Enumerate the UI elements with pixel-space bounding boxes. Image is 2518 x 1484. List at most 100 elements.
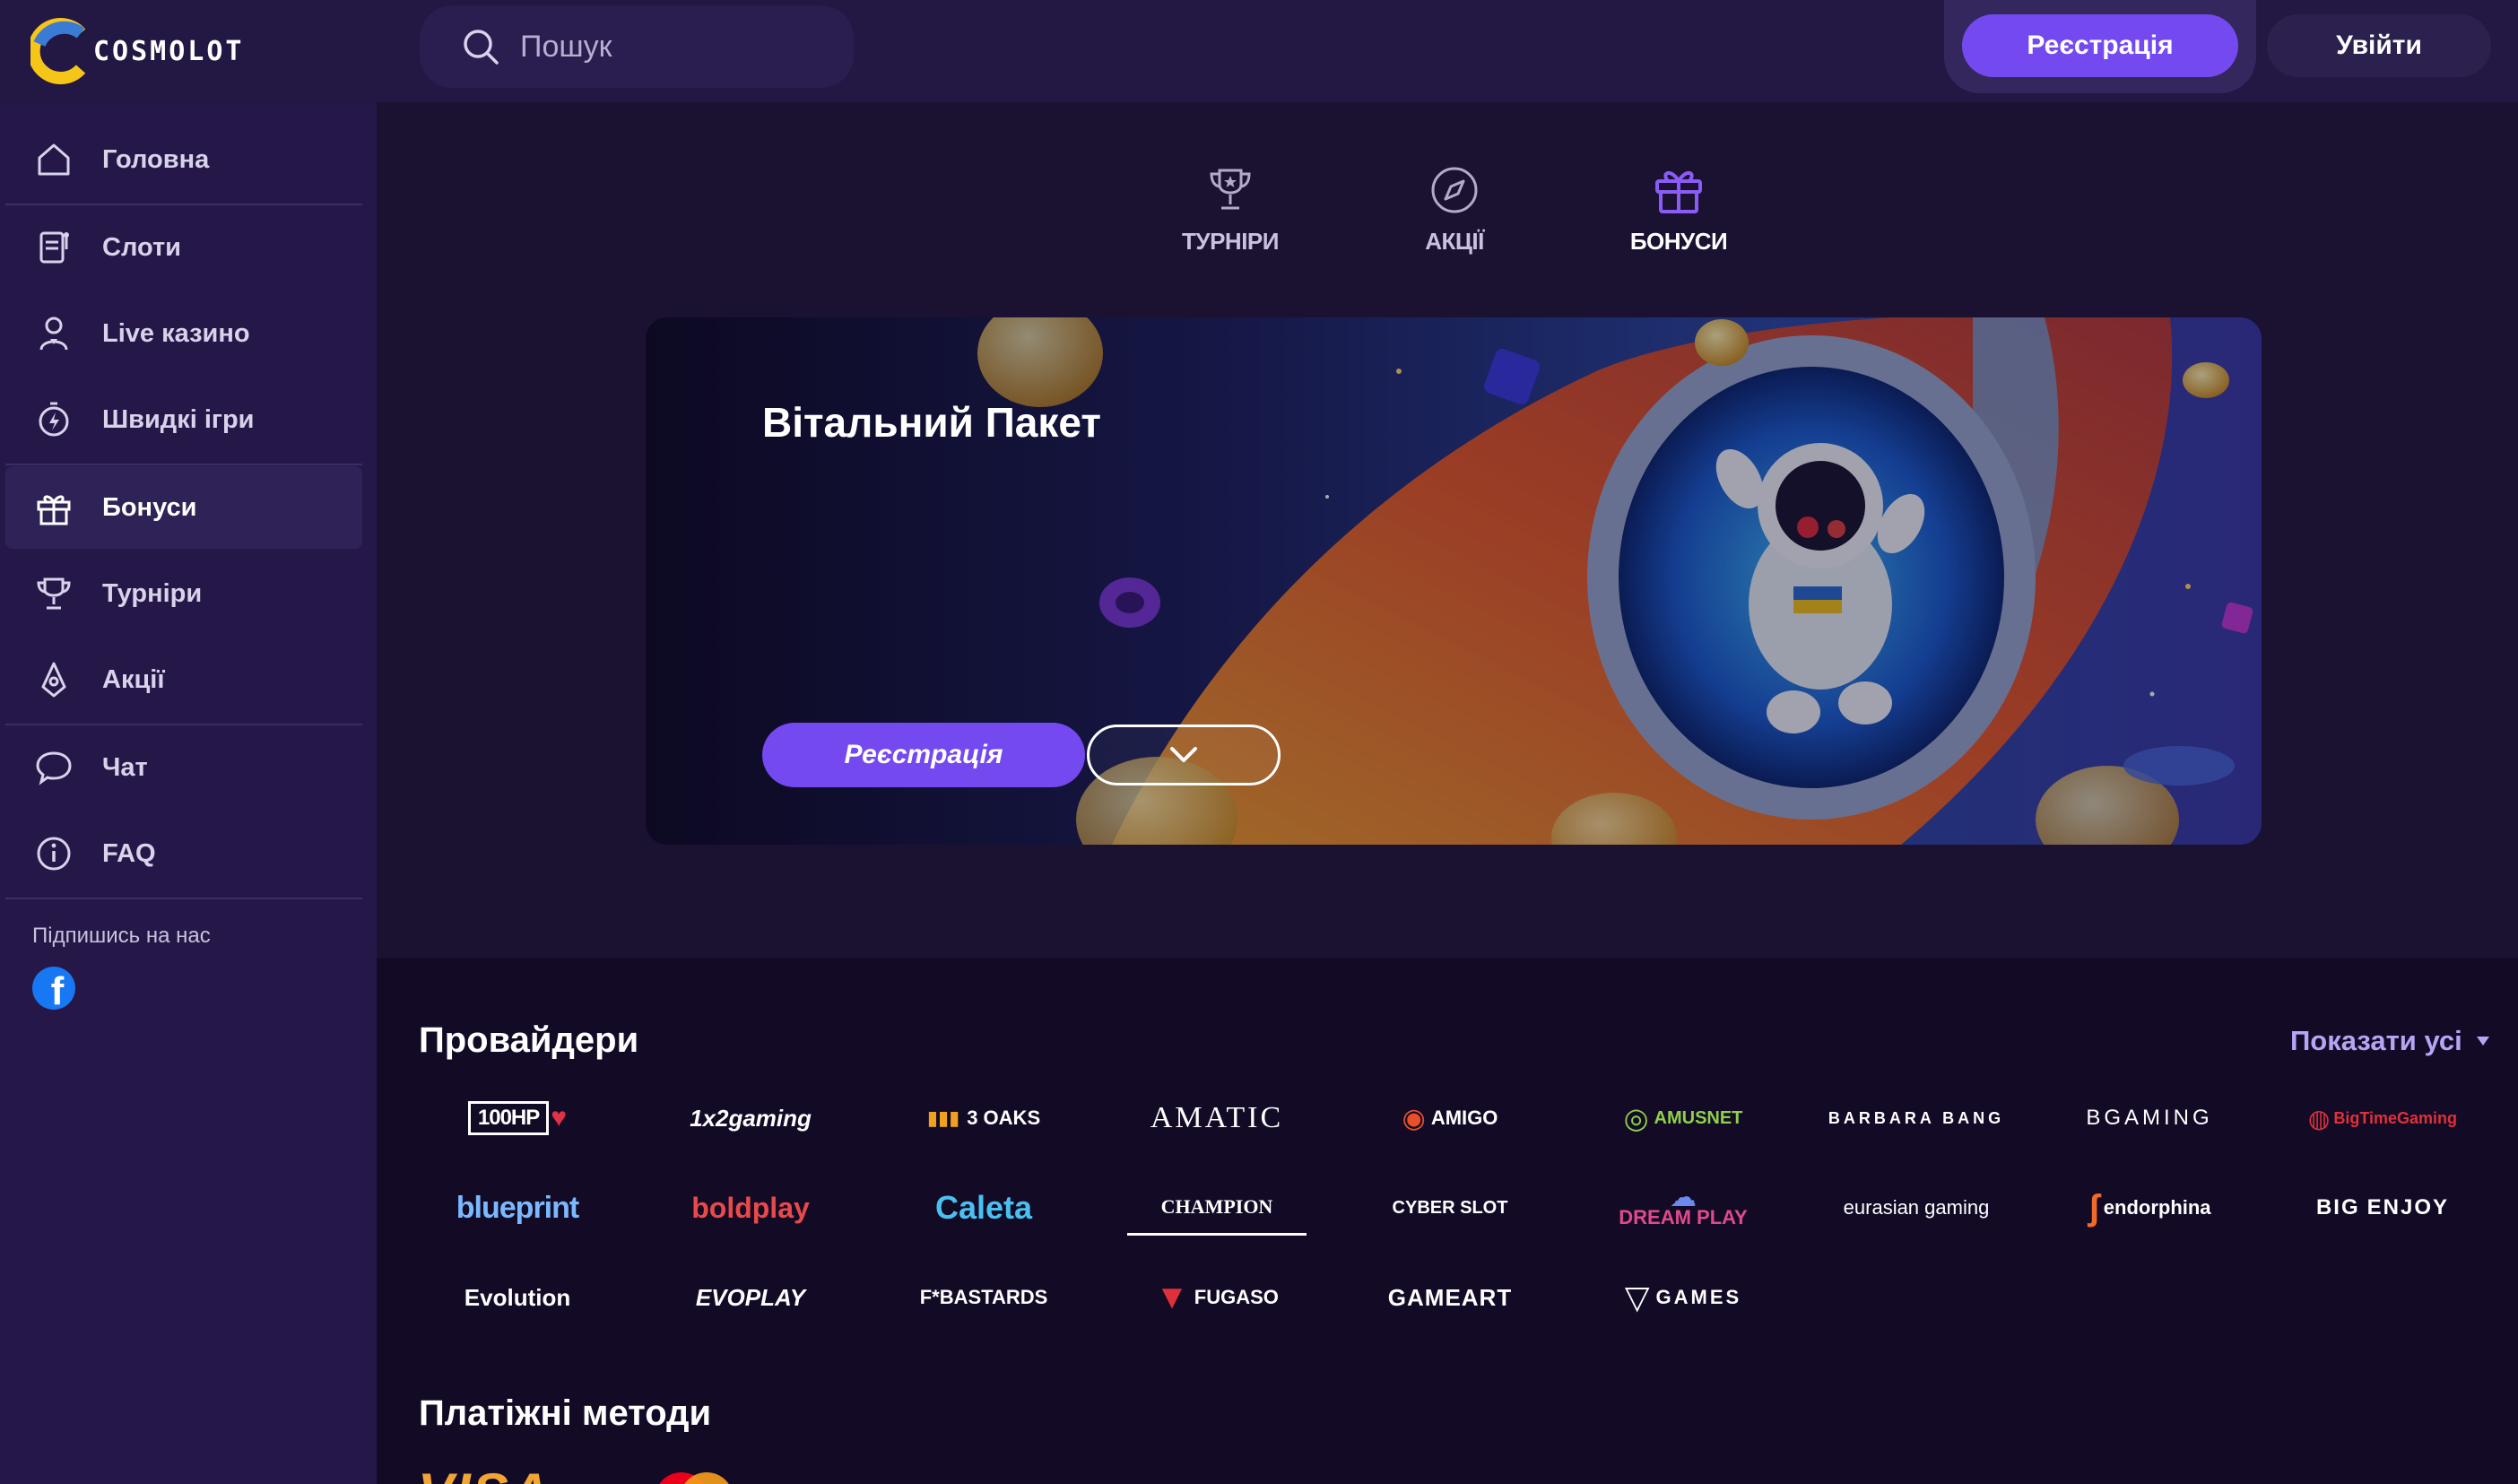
provider-name: AMUSNET (1654, 1107, 1743, 1128)
provider-name: boldplay (691, 1191, 810, 1224)
provider-logo-eurasian-gaming[interactable]: eurasian gaming (1827, 1180, 2006, 1236)
sidebar-item-faq[interactable]: FAQ (5, 812, 362, 895)
provider-name: DREAM PLAY (1619, 1206, 1748, 1228)
tab-bonuses[interactable]: БОНУСИ (1598, 161, 1759, 269)
provider-name: BGAMING (2086, 1106, 2213, 1130)
provider-name: CHAMPION (1160, 1194, 1273, 1218)
provider-logo-fugaso[interactable]: ▼ FUGASO (1127, 1270, 1307, 1325)
facebook-icon[interactable]: f (32, 967, 75, 1010)
endorphina-mark-icon: ʃ (2088, 1187, 2100, 1228)
info-icon (37, 837, 71, 871)
provider-logo-bgaming[interactable]: BGAMING (2060, 1090, 2239, 1146)
big-mark-icon: BIG (2315, 1195, 2360, 1219)
sidebar-item-label: Live казино (102, 318, 250, 348)
logo-text: COSMOLOT (93, 35, 245, 67)
sidebar-item-chat[interactable]: Чат (5, 726, 362, 809)
provider-logo-bigtimegaming[interactable]: ◍ BigTimeGaming (2293, 1090, 2472, 1146)
provider-logo-games-global[interactable]: ▽ GAMES (1593, 1270, 1773, 1325)
show-all-providers-link[interactable]: Показати усі (2290, 1025, 2491, 1057)
provider-logo-blueprint[interactable]: blueprint (428, 1180, 607, 1236)
provider-name: Evolution (464, 1283, 571, 1311)
provider-name: GAMES (1655, 1286, 1742, 1308)
sidebar-item-promotions[interactable]: Акції (5, 638, 362, 721)
provider-name: ENJOY (2366, 1195, 2450, 1219)
provider-name: CYBER SLOT (1392, 1197, 1508, 1218)
provider-logo-caleta[interactable]: Caleta (894, 1180, 1073, 1236)
provider-logo-3oaks[interactable]: ▮▮▮ 3 OAKS (894, 1090, 1073, 1146)
logo-mark-icon (30, 18, 86, 84)
search-icon (464, 30, 499, 65)
slot-icon (39, 231, 69, 264)
gift-icon (37, 495, 71, 525)
lightning-icon (39, 402, 69, 437)
heart-icon: ♥ (551, 1103, 568, 1133)
provider-logo-100hp[interactable]: 100HP ♥ (428, 1090, 607, 1146)
tab-label: БОНУСИ (1629, 228, 1728, 255)
sidebar-item-fast-games[interactable]: Швидкі ігри (5, 378, 362, 461)
provider-name: Caleta (934, 1189, 1033, 1226)
provider-name: eurasian gaming (1843, 1196, 1990, 1219)
banner-expand-button[interactable] (1087, 725, 1281, 785)
logo[interactable]: COSMOLOT (30, 13, 245, 90)
provider-logo-evolution[interactable]: Evolution (428, 1270, 607, 1325)
provider-logo-amigo[interactable]: ◉ AMIGO (1360, 1090, 1540, 1146)
sidebar-item-label: Слоти (102, 232, 182, 262)
fugaso-mark-icon: ▼ (1155, 1278, 1189, 1316)
provider-logo-endorphina[interactable]: ʃ endorphina (2060, 1180, 2239, 1236)
show-all-label: Показати усі (2290, 1025, 2462, 1056)
trophy-icon (1210, 169, 1251, 210)
provider-name: F*BASTARDS (919, 1286, 1048, 1308)
provider-name: blueprint (456, 1190, 579, 1225)
oaks-mark-icon: ▮▮▮ (926, 1106, 960, 1129)
provider-name: 3 OAKS (967, 1106, 1041, 1129)
provider-name: EVOPLAY (695, 1283, 806, 1311)
sidebar-item-label: Турніри (102, 578, 203, 608)
provider-name: 1x2gaming (690, 1104, 812, 1132)
provider-logo-evoplay[interactable]: EVOPLAY (661, 1270, 840, 1325)
provider-logo-champion[interactable]: CHAMPION (1127, 1180, 1307, 1236)
sidebar-item-bonuses[interactable]: Бонуси (5, 466, 362, 549)
payment-visa[interactable]: VISA (418, 1462, 551, 1484)
provider-logo-amusnet[interactable]: ◎ AMUSNET (1593, 1090, 1773, 1146)
tab-promotions[interactable]: АКЦІЇ (1374, 161, 1535, 269)
tab-tournaments[interactable]: ТУРНІРИ (1150, 161, 1311, 269)
provider-logo-amatic[interactable]: AMATIC (1127, 1090, 1307, 1146)
provider-logo-dreamplay[interactable]: ☁ DREAM PLAY (1593, 1180, 1773, 1236)
provider-logo-boldplay[interactable]: boldplay (661, 1180, 840, 1236)
chat-icon (36, 751, 72, 785)
provider-name: BARBARA BANG (1828, 1109, 2005, 1127)
providers-title: Провайдери (419, 1020, 639, 1060)
games-global-mark-icon: ▽ (1624, 1279, 1653, 1315)
amusnet-mark-icon: ◎ (1623, 1102, 1649, 1134)
sidebar-item-label: Чат (102, 752, 148, 782)
subscribe-label: Підпишись на нас (32, 924, 211, 948)
search-input[interactable]: Пошук (420, 5, 854, 88)
chevron-down-icon (1170, 747, 1197, 762)
sidebar-item-label: Бонуси (102, 492, 197, 522)
sidebar-item-live-casino[interactable]: Live казино (5, 292, 362, 375)
provider-logo-barbara-bang[interactable]: BARBARA BANG (1827, 1090, 2006, 1146)
sidebar-item-home[interactable]: Головна (5, 118, 362, 201)
payment-mastercard-icon[interactable] (649, 1467, 739, 1484)
provider-logo-gameart[interactable]: GAMEART (1360, 1270, 1540, 1325)
sidebar-item-tournaments[interactable]: Турніри (5, 552, 362, 635)
sidebar-divider (5, 204, 362, 205)
provider-logo-enjoy[interactable]: BIG ENJOY (2293, 1180, 2472, 1236)
dealer-icon (39, 317, 68, 351)
banner-register-button[interactable]: Реєстрація (762, 723, 1085, 787)
provider-logo-cyber-slot[interactable]: CYBER SLOT (1360, 1180, 1540, 1236)
caret-down-icon (2476, 1037, 2489, 1046)
sidebar-divider (5, 898, 362, 899)
sidebar-divider (5, 464, 362, 465)
provider-name: AMATIC (1150, 1101, 1284, 1134)
search-placeholder: Пошук (520, 29, 612, 64)
provider-name: AMIGO (1430, 1106, 1498, 1129)
sidebar-item-slots[interactable]: Слоти (5, 206, 362, 289)
login-button[interactable]: Увійти (2267, 14, 2491, 77)
register-button[interactable]: Реєстрація (1962, 14, 2238, 77)
provider-logo-fbastards[interactable]: F*BASTARDS (894, 1270, 1073, 1325)
payments-title: Платіжні методи (419, 1393, 712, 1433)
provider-logo-1x2gaming[interactable]: 1x2gaming (661, 1090, 840, 1146)
provider-name: endorphina (2103, 1196, 2211, 1219)
gift-icon (1655, 171, 1702, 213)
